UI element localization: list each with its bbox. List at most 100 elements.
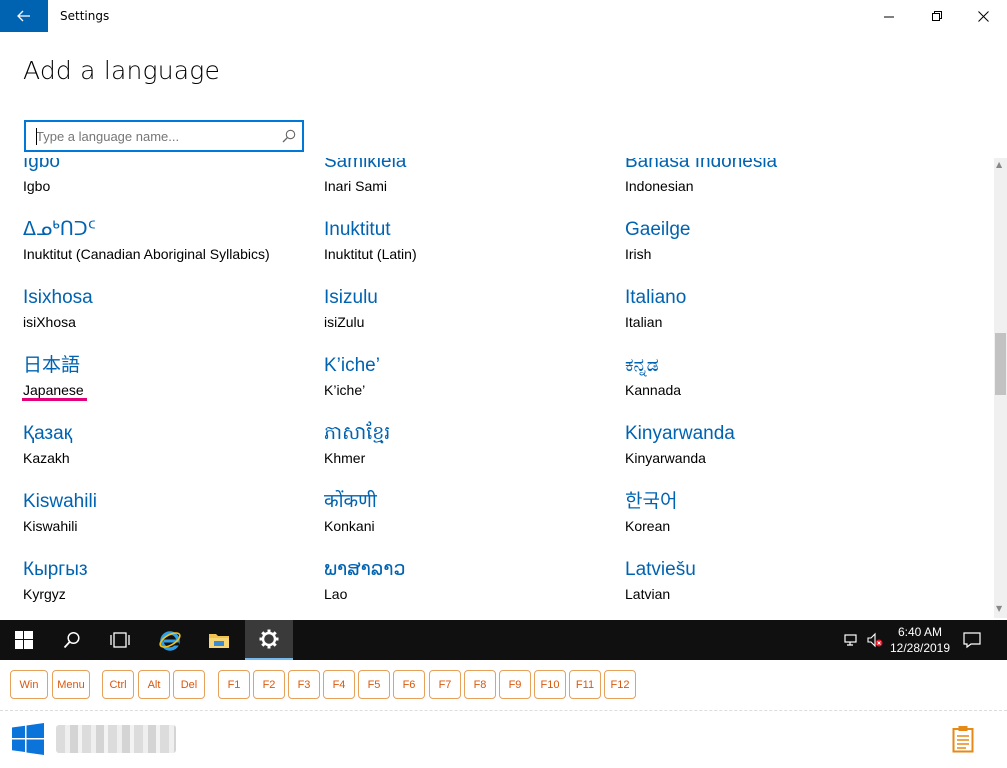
- key-del[interactable]: Del: [173, 670, 205, 699]
- key-win[interactable]: Win: [10, 670, 48, 699]
- language-english-name: Irish: [625, 246, 652, 262]
- language-item-lao[interactable]: ພາສາລາວ Lao: [324, 558, 614, 603]
- language-english-name: Inuktitut (Canadian Aboriginal Syllabics…: [23, 246, 270, 262]
- key-f3[interactable]: F3: [288, 670, 320, 699]
- key-f5[interactable]: F5: [358, 670, 390, 699]
- language-native-name: ಕನ್ನಡ: [625, 355, 659, 376]
- language-native-name: Italiano: [625, 287, 687, 308]
- language-english-name: Kinyarwanda: [625, 450, 706, 466]
- file-explorer-button[interactable]: [195, 620, 243, 660]
- restore-icon: [931, 10, 942, 21]
- volume-muted-icon[interactable]: [866, 632, 884, 652]
- search-icon[interactable]: [282, 129, 296, 143]
- language-native-name: 日本語: [23, 355, 81, 376]
- language-item-kinyarwanda[interactable]: Kinyarwanda Kinyarwanda: [625, 422, 915, 467]
- minimize-button[interactable]: [866, 0, 912, 32]
- key-f1[interactable]: F1: [218, 670, 250, 699]
- language-item-inuktitut-latin[interactable]: Inuktitut Inuktitut (Latin): [324, 218, 614, 263]
- start-button[interactable]: [0, 620, 48, 660]
- scrollbar-thumb[interactable]: [995, 333, 1006, 395]
- language-native-name: Gaeilge: [625, 219, 691, 240]
- key-f7[interactable]: F7: [429, 670, 461, 699]
- scroll-up-arrow-icon[interactable]: ▲: [996, 160, 1002, 169]
- language-native-name: Latviešu: [625, 559, 696, 580]
- language-item-latvian[interactable]: Latviešu Latvian: [625, 558, 915, 603]
- action-center-button[interactable]: [963, 631, 981, 653]
- language-item-kannada[interactable]: ಕನ್ನಡ Kannada: [625, 354, 915, 399]
- language-native-name: ᐃᓄᒃᑎᑐᑦ: [23, 219, 96, 240]
- language-english-name: Latvian: [625, 586, 671, 602]
- language-list: Igbo Igbo Sämikielâ Inari Sami Bahasa In…: [0, 158, 994, 618]
- language-native-name: कोंकणी: [324, 491, 377, 512]
- key-f12[interactable]: F12: [604, 670, 636, 699]
- notification-icon: [963, 632, 981, 649]
- minimize-icon: [883, 16, 894, 17]
- task-view-button[interactable]: [96, 620, 144, 660]
- taskbar-search-button[interactable]: [48, 620, 96, 660]
- close-button[interactable]: [960, 0, 1006, 32]
- language-english-name: Inuktitut (Latin): [324, 246, 417, 262]
- clipboard-icon[interactable]: [952, 725, 974, 757]
- language-english-name: Kannada: [625, 382, 682, 398]
- language-native-name: ພາສາລາວ: [324, 559, 406, 580]
- language-english-name: Japanese: [23, 382, 84, 398]
- restore-button[interactable]: [914, 0, 960, 32]
- key-f6[interactable]: F6: [393, 670, 425, 699]
- clock-time: 6:40 AM: [897, 625, 943, 639]
- language-item-isixhosa[interactable]: Isixhosa isiXhosa: [23, 286, 313, 331]
- language-item-konkani[interactable]: कोंकणी Konkani: [324, 490, 614, 535]
- key-f10[interactable]: F10: [534, 670, 566, 699]
- language-native-name: ភាសាខ្មែរ: [324, 423, 391, 444]
- language-item-japanese[interactable]: 日本語 Japanese: [23, 354, 313, 399]
- task-view-icon: [110, 632, 130, 648]
- blurred-label: [56, 725, 176, 753]
- language-native-name: Igbo: [23, 158, 60, 172]
- language-native-name: Sämikielâ: [324, 158, 407, 172]
- language-native-name: 한국어: [625, 491, 678, 512]
- language-native-name: Isizulu: [324, 287, 378, 308]
- internet-explorer-button[interactable]: [146, 620, 194, 660]
- language-item-khmer[interactable]: ភាសាខ្មែរ Khmer: [324, 422, 614, 467]
- search-input[interactable]: [26, 122, 276, 150]
- text-caret: [36, 128, 37, 145]
- language-native-name: Inuktitut: [324, 219, 391, 240]
- language-english-name: Konkani: [324, 518, 375, 534]
- language-item-inari-sami[interactable]: Sämikielâ Inari Sami: [324, 158, 614, 195]
- language-item-korean[interactable]: 한국어 Korean: [625, 490, 915, 535]
- scroll-down-arrow-icon[interactable]: ▼: [996, 604, 1002, 613]
- language-item-isizulu[interactable]: Isizulu isiZulu: [324, 286, 614, 331]
- language-english-name: Kiswahili: [23, 518, 78, 534]
- key-ctrl[interactable]: Ctrl: [102, 670, 134, 699]
- back-button[interactable]: [0, 0, 48, 32]
- language-english-name: Inari Sami: [324, 178, 388, 194]
- language-english-name: Igbo: [23, 178, 51, 194]
- language-native-name: K’iche’: [324, 355, 380, 376]
- language-item-kiswahili[interactable]: Kiswahili Kiswahili: [23, 490, 313, 535]
- clock[interactable]: 6:40 AM 12/28/2019: [888, 624, 952, 656]
- language-item-igbo[interactable]: Igbo Igbo: [23, 158, 313, 195]
- key-f2[interactable]: F2: [253, 670, 285, 699]
- page-title: Add a language: [23, 56, 221, 85]
- key-f11[interactable]: F11: [569, 670, 601, 699]
- key-f9[interactable]: F9: [499, 670, 531, 699]
- language-english-name: Khmer: [324, 450, 366, 466]
- network-icon[interactable]: [844, 632, 860, 652]
- key-f8[interactable]: F8: [464, 670, 496, 699]
- title-bar: [0, 0, 1007, 32]
- language-english-name: Indonesian: [625, 178, 694, 194]
- key-alt[interactable]: Alt: [138, 670, 170, 699]
- key-f4[interactable]: F4: [323, 670, 355, 699]
- key-menu[interactable]: Menu: [52, 670, 90, 699]
- language-native-name: Bahasa Indonesia: [625, 158, 778, 172]
- language-item-kiche[interactable]: K’iche’ K’iche’: [324, 354, 614, 399]
- windows-logo-icon[interactable]: [12, 723, 44, 759]
- language-item-irish[interactable]: Gaeilge Irish: [625, 218, 915, 263]
- language-item-inuktitut-syllabics[interactable]: ᐃᓄᒃᑎᑐᑦ Inuktitut (Canadian Aboriginal Sy…: [23, 218, 318, 263]
- language-search-box[interactable]: [24, 120, 304, 152]
- language-native-name: Қазақ: [23, 423, 73, 444]
- settings-taskbar-button[interactable]: [245, 620, 293, 660]
- language-item-italian[interactable]: Italiano Italian: [625, 286, 915, 331]
- language-item-kazakh[interactable]: Қазақ Kazakh: [23, 422, 313, 467]
- language-item-kyrgyz[interactable]: Кыргыз Kyrgyz: [23, 558, 313, 603]
- language-item-indonesian[interactable]: Bahasa Indonesia Indonesian: [625, 158, 915, 195]
